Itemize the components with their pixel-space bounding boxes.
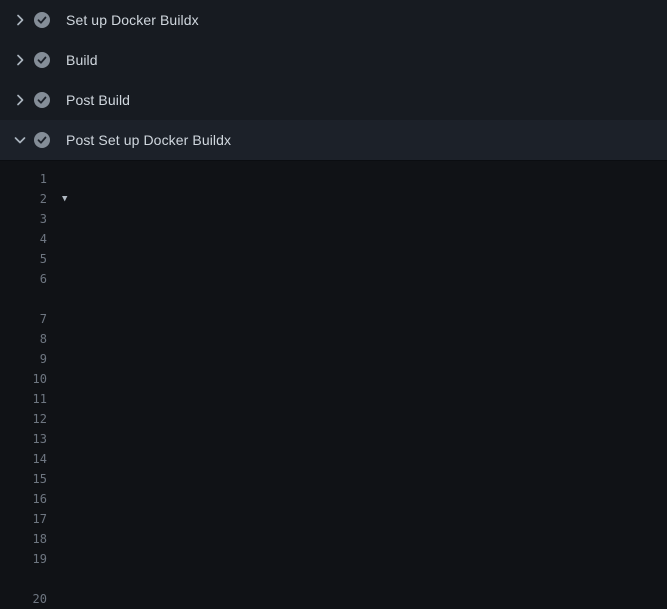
line-number[interactable]: 4 (16, 229, 47, 249)
log-line: 8 ▼ time="2021-04-23T18:02:37Z" level=in… (0, 329, 667, 349)
step-row[interactable]: Set up Docker Buildx (0, 0, 667, 40)
line-number[interactable]: 14 (16, 449, 47, 469)
log-line: 6 ▼ time="2021-04-23T18:02:37Z" level=in… (0, 269, 667, 289)
line-number[interactable]: 2 (16, 189, 47, 209)
log-line: 7 ▼ time="2021-04-23T18:02:37Z" level=wa… (0, 309, 667, 329)
log-line: 15 ▼ time="2021-04-23T18:02:38Z" level=d… (0, 469, 667, 489)
log-line: 20 ▼ time="2021-04-23T18:02:38Z" level=d… (0, 589, 667, 609)
check-circle-icon (34, 132, 50, 148)
line-number[interactable]: 8 (16, 329, 47, 349)
line-number[interactable]: 9 (16, 349, 47, 369)
log-line: 10 ▼ time="2021-04-23T18:02:37Z" level=i… (0, 369, 667, 389)
check-circle-icon (34, 12, 50, 28)
log-line: 18 ▼ time="2021-04-23T18:02:38Z" level=d… (0, 529, 667, 549)
line-number[interactable]: 1 (16, 169, 47, 189)
step-row[interactable]: Post Set up Docker Buildx (0, 120, 667, 161)
log-line: 2 ▼ BuildKit container logs (0, 189, 667, 209)
line-number[interactable]: 11 (16, 389, 47, 409)
line-number[interactable]: 3 (16, 209, 47, 229)
group-toggle-icon[interactable]: ▼ (62, 189, 67, 209)
line-number[interactable]: 16 (16, 489, 47, 509)
log-line: 9 ▼ time="2021-04-23T18:02:37Z" level=wa… (0, 349, 667, 369)
line-number[interactable]: 12 (16, 409, 47, 429)
log-line: 11 ▼ time="2021-04-23T18:02:38Z" level=d… (0, 389, 667, 409)
log-line: 16 ▼ time="2021-04-23T18:02:38Z" level=d… (0, 489, 667, 509)
chevron-down-icon (12, 132, 28, 148)
line-number[interactable]: 15 (16, 469, 47, 489)
step-label: Post Set up Docker Buildx (66, 130, 231, 150)
step-row[interactable]: Build (0, 40, 667, 80)
chevron-right-icon (12, 92, 28, 108)
log-line: ▼ application/vnd.oci.image.index.v1+jso… (0, 569, 667, 589)
line-number[interactable]: 13 (16, 429, 47, 449)
chevron-right-icon (12, 52, 28, 68)
line-number[interactable]: 10 (16, 369, 47, 389)
log-line: 14 ▼ time="2021-04-23T18:02:38Z" level=d… (0, 449, 667, 469)
line-number[interactable]: 5 (16, 249, 47, 269)
check-circle-icon (34, 92, 50, 108)
line-number[interactable]: 7 (16, 309, 47, 329)
log-viewer: 1 ▼ Post job cleanup. 2 ▼ BuildKit conta… (0, 161, 667, 609)
line-number[interactable]: 17 (16, 509, 47, 529)
line-number[interactable]: 6 (16, 269, 47, 289)
log-line: 17 ▼ time="2021-04-23T18:02:38Z" level=d… (0, 509, 667, 529)
log-line: 13 ▼ time="2021-04-23T18:02:38Z" level=d… (0, 429, 667, 449)
log-line: ▼ linux/riscv64 linux/ppc64le linux/s390… (0, 289, 667, 309)
step-row[interactable]: Post Build (0, 80, 667, 120)
log-line: 12 ▼ time="2021-04-23T18:02:38Z" level=d… (0, 409, 667, 429)
check-circle-icon (34, 52, 50, 68)
line-number[interactable]: 19 (16, 549, 47, 569)
log-line: 1 ▼ Post job cleanup. (0, 169, 667, 189)
line-number[interactable]: 20 (16, 589, 47, 609)
log-line: 3 ▼ /usr/bin/docker logs buildx_buildkit… (0, 209, 667, 229)
step-label: Set up Docker Buildx (66, 10, 199, 30)
line-number[interactable]: 18 (16, 529, 47, 549)
step-label: Build (66, 50, 98, 70)
steps-list: Set up Docker Buildx Build Post Build (0, 0, 667, 161)
log-line: 19 ▼ time="2021-04-23T18:02:38Z" level=d… (0, 549, 667, 569)
log-line: 5 ▼ time="2021-04-23T18:02:37Z" level=wa… (0, 249, 667, 269)
chevron-right-icon (12, 12, 28, 28)
step-label: Post Build (66, 90, 130, 110)
log-line: 4 ▼ time="2021-04-23T18:02:37Z" level=in… (0, 229, 667, 249)
